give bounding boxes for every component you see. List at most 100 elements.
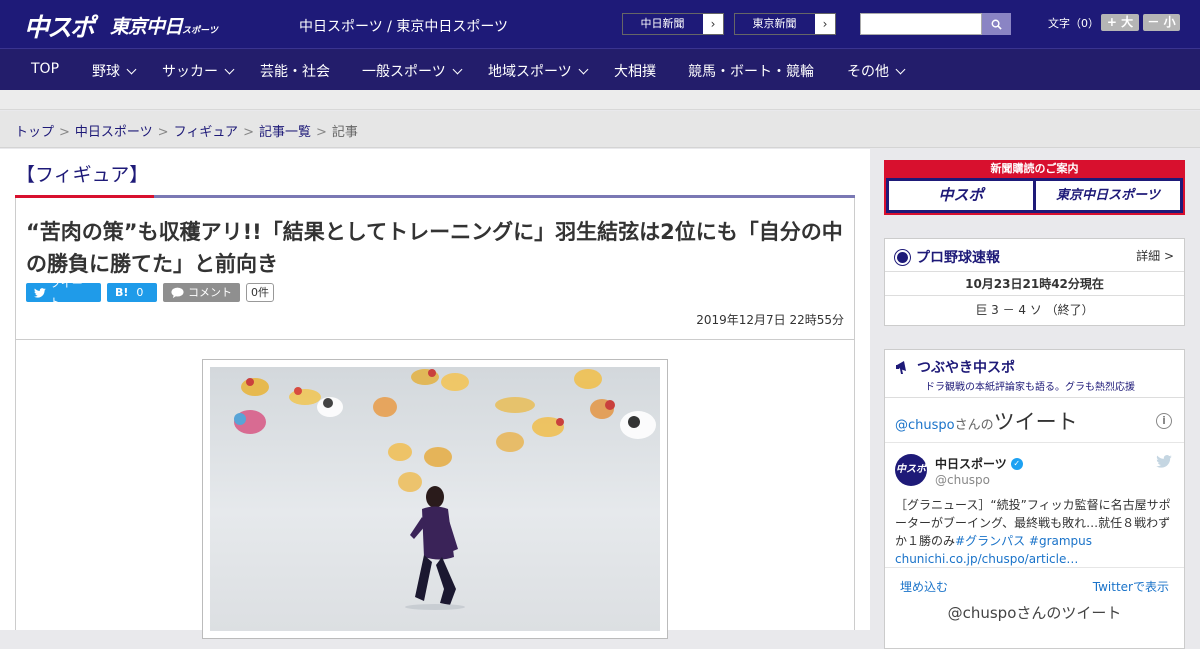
breadcrumb-sep: > — [59, 125, 70, 140]
chuspo-logo[interactable]: 中スポ — [24, 8, 95, 44]
tweet-account-name[interactable]: 中日スポーツ — [935, 455, 1007, 472]
breadcrumb-sep: > — [243, 125, 254, 140]
breadcrumb-article-list[interactable]: 記事一覧 — [259, 125, 311, 140]
breadcrumb-top[interactable]: トップ — [15, 125, 54, 140]
twitter-tweets-label: ツイート — [993, 410, 1078, 434]
skater-on-ice-photo — [234, 369, 656, 610]
font-bigger-button[interactable]: + 大 — [1101, 14, 1139, 31]
view-on-twitter-link[interactable]: Twitterで表示 — [1093, 578, 1169, 595]
search-button[interactable] — [982, 13, 1011, 35]
chevron-right-icon: › — [822, 17, 828, 31]
comment-button[interactable]: コメント — [163, 283, 240, 302]
nav-item-soccer[interactable]: サッカー — [162, 61, 235, 81]
main-content: 【フィギュア】 “苦肉の策”も収穫アリ!!「結果としてトレーニングに」羽生結弦は… — [0, 149, 870, 639]
twitter-bird-icon — [34, 287, 46, 298]
chevron-down-icon — [578, 64, 589, 75]
tweet-item[interactable]: 中スポ 中日スポーツ ✓ @chuspo ［グラニュース］“続投”フィッカ監督に… — [885, 443, 1184, 568]
tsubuyaki-tagline: ドラ観戦の本紙評論家も語る。グラも熱烈応援 — [925, 382, 1135, 393]
photo-frame — [202, 359, 668, 639]
nav-item-sumo[interactable]: 大相撲 — [614, 61, 656, 81]
site-title[interactable]: 中日スポーツ / 東京中日スポーツ — [299, 16, 508, 36]
article-header: “苦肉の策”も収穫アリ!!「結果としてトレーニングに」羽生結弦は2位にも「自分の… — [15, 198, 855, 340]
top-bar: 中スポ 東京中日スポーツ 中日スポーツ / 東京中日スポーツ 中日新聞 › 東京… — [0, 0, 1200, 48]
nav-item-baseball[interactable]: 野球 — [92, 61, 137, 81]
chevron-down-icon — [452, 64, 463, 75]
nav-label: 一般スポーツ — [362, 64, 446, 80]
pro-baseball-detail-link[interactable]: 詳細 > — [1136, 247, 1174, 264]
tsubuyaki-header: つぶやき中スポ ドラ観戦の本紙評論家も語る。グラも熱烈応援 — [885, 350, 1184, 398]
sidebar: 新聞購読のご案内 中スポ 東京中日スポーツ プロ野球速報 詳細 > 10月23日… — [870, 149, 1200, 649]
nav-item-top[interactable]: TOP — [31, 61, 59, 77]
nav-item-entertainment[interactable]: 芸能・社会 — [260, 61, 330, 81]
search-input[interactable] — [860, 13, 982, 35]
nav-item-racing[interactable]: 競馬・ボート・競輪 — [688, 61, 814, 81]
pro-baseball-title: プロ野球速報 — [916, 250, 1000, 266]
subscription-chuspo-logo[interactable]: 中スポ — [889, 181, 1033, 210]
baseball-icon — [895, 249, 910, 265]
tokyo-chunichi-logo[interactable]: 東京中日スポーツ — [110, 12, 218, 39]
twitter-embed-title: @chuspoさんのツイート — [895, 406, 1078, 436]
tokyo-logo-small: スポーツ — [182, 26, 218, 36]
pro-baseball-header: プロ野球速報 詳細 > — [885, 239, 1184, 272]
nav-label: 地域スポーツ — [488, 64, 572, 80]
chunichi-shimbun-link[interactable]: 中日新聞 › — [622, 13, 724, 35]
font-size-label: 文字（0） — [1048, 17, 1099, 30]
pro-baseball-title-wrap: プロ野球速報 — [895, 247, 1000, 267]
tokyo-shimbun-label: 東京新聞 — [735, 14, 815, 34]
nav-item-other[interactable]: その他 — [847, 61, 906, 81]
main-nav: TOP 野球 サッカー 芸能・社会 一般スポーツ 地域スポーツ 大相撲 競馬・ボ… — [0, 48, 1200, 90]
comment-label: コメント — [188, 286, 232, 299]
tweet-button[interactable]: ツイート — [26, 277, 101, 309]
share-buttons: ツイート B! 0 コメント 0件 — [26, 277, 274, 309]
nav-label: その他 — [847, 64, 889, 80]
publish-date: 2019年12月7日 22時55分 — [696, 313, 844, 327]
ad-strip — [0, 90, 1200, 110]
search-icon — [991, 19, 1002, 30]
nav-item-general-sports[interactable]: 一般スポーツ — [362, 61, 463, 81]
font-smaller-button[interactable]: － 小 — [1143, 14, 1180, 31]
hatena-icon: B! — [115, 286, 129, 299]
breadcrumb-sep: > — [315, 125, 327, 140]
category-heading: 【フィギュア】 — [16, 164, 149, 186]
tsubuyaki-title-wrap: つぶやき中スポ — [895, 357, 1015, 377]
embed-link[interactable]: 埋め込む — [900, 578, 948, 595]
pro-baseball-box: プロ野球速報 詳細 > 10月23日21時42分現在 巨 3 － 4 ソ （終了… — [884, 238, 1185, 326]
twitter-footer-text[interactable]: @chuspoさんのツイート — [885, 602, 1184, 622]
chevron-down-icon — [895, 64, 906, 75]
twitter-handle-link[interactable]: @chuspo — [895, 418, 955, 433]
nav-label: 野球 — [92, 64, 120, 80]
chevron-down-icon — [126, 64, 137, 75]
tweet-hashtag[interactable]: #grampus — [1029, 534, 1092, 548]
twitter-bird-icon[interactable] — [1156, 455, 1172, 468]
chunichi-shimbun-label: 中日新聞 — [623, 14, 703, 34]
pro-baseball-score[interactable]: 巨 3 － 4 ソ （終了） — [885, 296, 1184, 325]
verified-icon: ✓ — [1010, 457, 1023, 470]
tweet-account-handle[interactable]: @chuspo — [935, 473, 990, 487]
nav-label: 大相撲 — [614, 64, 656, 80]
breadcrumb-current: 記事 — [331, 125, 358, 140]
nav-label: サッカー — [162, 64, 218, 80]
subscription-tokyo-logo[interactable]: 東京中日スポーツ — [1036, 181, 1180, 210]
nav-label: 芸能・社会 — [260, 64, 330, 80]
nav-item-regional-sports[interactable]: 地域スポーツ — [488, 61, 589, 81]
nav-label: 競馬・ボート・競輪 — [688, 64, 814, 80]
breadcrumb-figure[interactable]: フィギュア — [174, 125, 238, 140]
comment-bubble-icon — [171, 287, 184, 298]
tweet-link[interactable]: chunichi.co.jp/chuspo/article… — [895, 550, 1180, 568]
avatar[interactable]: 中スポ — [895, 454, 927, 486]
chevron-right-icon: › — [710, 17, 716, 31]
pro-baseball-time: 10月23日21時42分現在 — [885, 272, 1184, 296]
info-icon[interactable]: i — [1156, 413, 1172, 429]
subscription-banner[interactable]: 新聞購読のご案内 中スポ 東京中日スポーツ — [884, 160, 1185, 215]
breadcrumb-chunichi-sports[interactable]: 中日スポーツ — [75, 125, 153, 140]
breadcrumb-bar: トップ > 中日スポーツ > フィギュア > 記事一覧 > 記事 — [0, 111, 1200, 148]
article-photo[interactable] — [210, 367, 660, 631]
tweet-account-name-wrap: 中日スポーツ ✓ — [935, 455, 1023, 472]
hatena-bookmark-button[interactable]: B! 0 — [107, 283, 157, 302]
tokyo-shimbun-link[interactable]: 東京新聞 › — [734, 13, 836, 35]
tsubuyaki-title: つぶやき中スポ — [917, 360, 1015, 376]
chevron-down-icon — [224, 64, 235, 75]
article-headline: “苦肉の策”も収穫アリ!!「結果としてトレーニングに」羽生結弦は2位にも「自分の… — [26, 220, 843, 276]
megaphone-icon — [896, 361, 906, 374]
tweet-hashtag[interactable]: #グランパス — [955, 534, 1025, 548]
